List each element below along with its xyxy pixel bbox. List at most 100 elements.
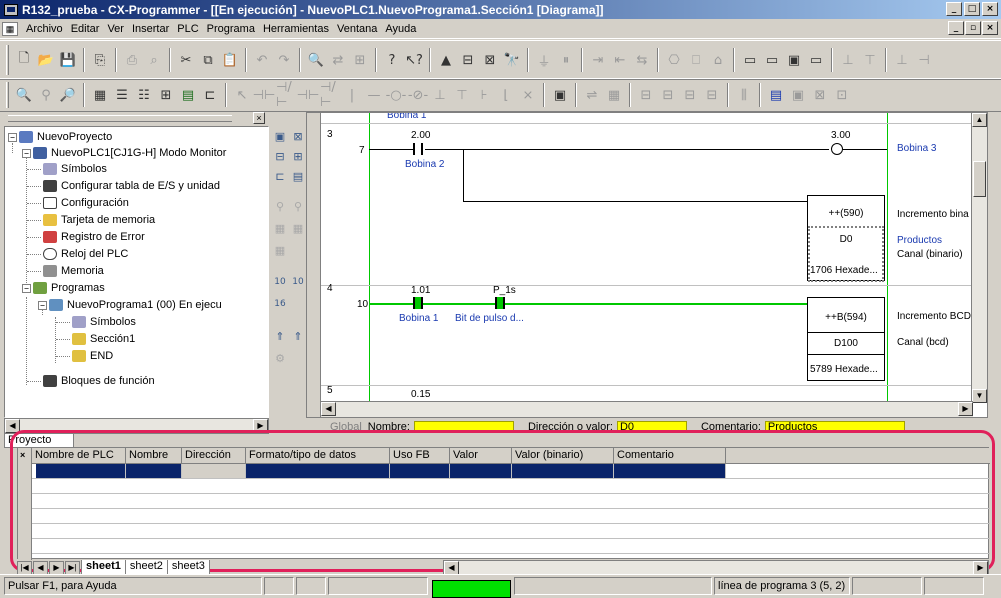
context-help-icon[interactable]: ↖? <box>404 50 424 70</box>
force-on-icon[interactable]: ⊥ <box>838 50 858 70</box>
horizontal-line-icon[interactable]: — <box>364 85 384 105</box>
watch-horizontal-scrollbar[interactable]: ◀ ▶ <box>443 560 989 575</box>
tree-item-memory[interactable]: Memoria <box>43 263 104 279</box>
monitor-diff-icon[interactable]: 🔭 <box>502 50 522 70</box>
vertical-scroll-thumb[interactable] <box>973 161 986 197</box>
new-file-icon[interactable]: 🗋 <box>14 50 34 70</box>
palette-up2-icon[interactable]: ⇑ <box>290 328 306 344</box>
zoom-in-icon[interactable]: 🔍 <box>14 85 34 105</box>
tree-item-program[interactable]: NuevoPrograma1 (00) En ejecu <box>49 297 222 313</box>
online-edit-icon[interactable]: ⊟ <box>458 50 478 70</box>
tree-item-end[interactable]: END <box>72 348 113 364</box>
address-ref-icon[interactable]: ⊠ <box>810 85 830 105</box>
doc-minimize-button[interactable]: _ <box>948 21 964 35</box>
tree-item-error-log[interactable]: Registro de Error <box>43 229 145 245</box>
watch-close-icon[interactable]: × <box>20 450 25 460</box>
table-row[interactable] <box>32 479 990 494</box>
document-system-icon[interactable]: ▦ <box>2 21 18 36</box>
coil-bobina-3[interactable] <box>831 143 843 155</box>
memory-view-icon[interactable]: ▦ <box>604 85 624 105</box>
symbol-table-icon[interactable]: ⊡ <box>832 85 852 105</box>
palette-window-icon[interactable]: ▣ <box>272 128 288 144</box>
coil-nc-icon[interactable]: -⊘- <box>408 85 428 105</box>
instruction-icon[interactable]: ⊥ <box>430 85 450 105</box>
palette-fb-icon[interactable]: ▦ <box>272 220 288 236</box>
menu-programa[interactable]: Programa <box>203 23 259 35</box>
compare-icon[interactable]: ⇆ <box>632 50 652 70</box>
palette-calc-icon[interactable]: ▦ <box>272 242 288 258</box>
tab-sheet1[interactable]: sheet1 <box>81 560 126 575</box>
table-row[interactable] <box>32 494 990 509</box>
doc-close-button[interactable]: × <box>982 21 998 35</box>
force-off-icon[interactable]: ⊤ <box>860 50 880 70</box>
rung-comments-icon[interactable]: ☷ <box>134 85 154 105</box>
zoom-out-icon[interactable]: 🔎 <box>58 85 78 105</box>
menu-ventana[interactable]: Ventana <box>333 23 381 35</box>
menu-ver[interactable]: Ver <box>103 23 128 35</box>
stl2-icon[interactable]: ⊟ <box>658 85 678 105</box>
monitor-mode-icon[interactable]: ⌂ <box>708 50 728 70</box>
tree-item-configuration[interactable]: Configuración <box>43 195 129 211</box>
zoom-fit-icon[interactable]: ⚲ <box>36 85 56 105</box>
close-button[interactable]: × <box>982 2 998 16</box>
minimize-button[interactable]: _ <box>946 2 962 16</box>
reset-icon[interactable]: ⊣ <box>914 50 934 70</box>
monitor-icon[interactable]: ⊠ <box>480 50 500 70</box>
contact-nc-icon[interactable]: ⊣/⊢ <box>276 80 296 110</box>
find-icon[interactable]: 🔍 <box>306 50 326 70</box>
stl4-icon[interactable]: ⊟ <box>702 85 722 105</box>
palette-list-icon[interactable]: ▤ <box>290 168 306 184</box>
table-row[interactable] <box>32 509 990 524</box>
palette-tile-icon[interactable]: ⊟ <box>272 148 288 164</box>
sheet-next-icon[interactable]: ▶ <box>49 560 64 575</box>
function-block-increment[interactable]: ++(590) D0 1706 Hexade... <box>807 195 885 282</box>
column-header[interactable]: Valor (binario) <box>512 448 614 464</box>
doc-restore-button[interactable]: ▫ <box>965 21 981 35</box>
scroll-down-icon[interactable]: ▼ <box>972 389 987 403</box>
ladder-diagram[interactable]: Bobina 1 3 7 2.00 Bobina 2 3.00 Bobina 3… <box>306 112 988 418</box>
save-icon[interactable]: 💾 <box>58 50 78 70</box>
debug-mode-icon[interactable]: ⎕ <box>686 50 706 70</box>
palette-16-icon[interactable]: 16 <box>272 296 288 312</box>
palette-cascade-icon[interactable]: ⊞ <box>290 148 306 164</box>
window-layout-2-icon[interactable]: ▭ <box>762 50 782 70</box>
copy-icon[interactable]: ⧉ <box>198 50 218 70</box>
tree-item-function-blocks[interactable]: Bloques de función <box>43 373 155 389</box>
palette-10b-icon[interactable]: 10 <box>290 274 306 290</box>
window-layout-4-icon[interactable]: ▭ <box>806 50 826 70</box>
table-row[interactable] <box>32 524 990 539</box>
tree-item-section1[interactable]: Sección1 <box>72 331 135 347</box>
workspace-header[interactable]: × <box>4 112 269 126</box>
menu-editar[interactable]: Editar <box>67 23 104 35</box>
toggle-lines-icon[interactable]: ▤ <box>178 85 198 105</box>
cross-ref-icon[interactable]: ⊞ <box>350 50 370 70</box>
transfer-from-plc-icon[interactable]: ⇤ <box>610 50 630 70</box>
show-comments-icon[interactable]: ☰ <box>112 85 132 105</box>
scroll-left-icon[interactable]: ◀ <box>321 402 336 416</box>
workspace-close-icon[interactable]: × <box>253 112 265 124</box>
tree-item-programs[interactable]: Programas <box>33 280 105 296</box>
watch-window-grip[interactable]: × <box>18 448 32 560</box>
contact-no-icon[interactable]: ⊣⊢ <box>253 85 276 105</box>
ladder-horizontal-scrollbar[interactable]: ◀ ▶ <box>321 401 973 417</box>
palette-comment-icon[interactable]: ⚲ <box>290 198 306 214</box>
app-icon[interactable] <box>4 3 18 16</box>
collapse-project-icon[interactable]: − <box>8 133 17 142</box>
monitor-toggle-icon[interactable]: ⊞ <box>156 85 176 105</box>
column-header[interactable]: Uso FB <box>390 448 450 464</box>
function-block-increment-bcd[interactable]: ++B(594) D100 5789 Hexade... <box>807 297 885 381</box>
menu-insertar[interactable]: Insertar <box>128 23 173 35</box>
column-header[interactable]: Valor <box>450 448 512 464</box>
tree-item-memory-card[interactable]: Tarjeta de memoria <box>43 212 155 228</box>
print-preview-icon[interactable]: ⌕ <box>144 50 164 70</box>
tree-item-plc-clock[interactable]: Reloj del PLC <box>43 246 128 262</box>
tree-item-io-table[interactable]: Configurar tabla de E/S y unidad <box>43 178 220 194</box>
collapse-program-icon[interactable]: − <box>38 301 47 310</box>
select-mode-icon[interactable]: ↖ <box>232 85 252 105</box>
tree-item-symbols[interactable]: Símbolos <box>43 161 107 177</box>
column-header[interactable]: Dirección <box>182 448 246 464</box>
palette-task-icon[interactable]: ⚙ <box>272 350 288 366</box>
scroll-right-icon[interactable]: ▶ <box>958 402 973 416</box>
grid-icon[interactable]: ▦ <box>90 85 110 105</box>
contact-bobina-2[interactable] <box>413 143 423 155</box>
